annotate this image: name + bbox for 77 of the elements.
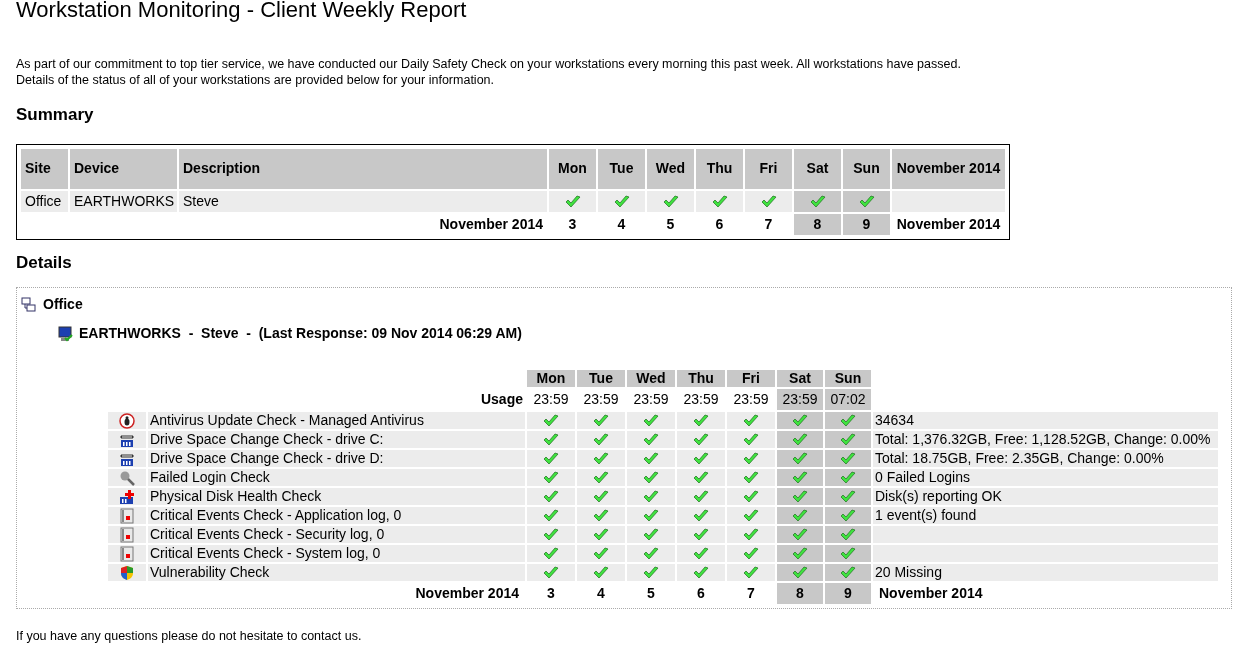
usage-cell-text: 23:59	[732, 390, 770, 409]
check-info: 34634	[873, 412, 1218, 429]
intro-text: Details of the status of all of your workstations are provided below for your information.	[16, 72, 495, 88]
month-label: November 2014	[895, 214, 1002, 234]
month-label: November 2014	[439, 215, 543, 232]
check-info: Total: 1,376.32GB, Free: 1,128.52GB, Change: 0.00%	[873, 431, 1218, 448]
day-header: Mon	[527, 370, 575, 387]
date-cell-text: 4	[596, 584, 606, 603]
day-header: Tue	[577, 370, 625, 387]
date-cell-text: 6	[696, 584, 706, 603]
date-cell-text: 6	[714, 214, 725, 234]
day-header: Fri	[727, 370, 775, 387]
column-header: Site	[21, 148, 68, 189]
date-cell-text: 5	[646, 584, 656, 603]
check-info: 0 Failed Logins	[873, 469, 1218, 486]
check-name: Failed Login Check	[148, 469, 525, 486]
shield-icon	[119, 564, 135, 581]
device-heading: EARTHWORKS - Steve - (Last Response: 09 Nov 2014 06:29 AM)	[79, 324, 522, 343]
table-cell: Steve	[179, 190, 547, 212]
check-name: Critical Events Check - Security log, 0	[148, 526, 525, 543]
check-info: Total: 18.75GB, Free: 2.35GB, Change: 0.00%	[873, 450, 1218, 467]
column-header: Device	[70, 148, 177, 189]
day-header: Tue	[598, 148, 645, 189]
magnifier-icon	[119, 469, 135, 486]
day-header: Sat	[777, 370, 823, 387]
section-heading: Summary	[16, 104, 95, 126]
check-info: 1 event(s) found	[873, 507, 1218, 524]
intro-text: As part of our commitment to top tier service, we have conducted our Daily Safety Check on your workstations every morning this past week. All workstations have passed.	[16, 56, 962, 72]
check-name: Antivirus Update Check - Managed Antivirus	[148, 412, 525, 429]
usage-cell: 23:59	[777, 389, 823, 410]
check-info: Disk(s) reporting OK	[873, 488, 1218, 505]
day-header: Sun	[825, 370, 871, 387]
check-name: Drive Space Change Check - drive D:	[148, 450, 525, 467]
usage-cell: 07:02	[825, 389, 871, 410]
day-header: Thu	[677, 370, 725, 387]
table-cell: Office	[21, 190, 68, 212]
page-title: Workstation Monitoring - Client Weekly Report	[16, 0, 468, 22]
usage-cell-text: 23:59	[532, 390, 570, 409]
section-heading: Details	[16, 251, 73, 274]
date-cell: 8	[794, 213, 841, 235]
day-header: Wed	[627, 370, 675, 387]
check-name: Drive Space Change Check - drive C:	[148, 431, 525, 448]
usage-cell-text: 23:59	[582, 390, 620, 409]
month-label: November 2014	[879, 585, 983, 601]
date-cell-text: 7	[746, 584, 756, 603]
date-cell: 8	[777, 583, 823, 604]
date-cell: 9	[825, 583, 871, 604]
date-cell-text: 5	[665, 214, 676, 234]
month-header: November 2014	[892, 148, 1005, 189]
date-cell-text: 3	[567, 214, 578, 234]
check-name: Critical Events Check - System log, 0	[148, 545, 525, 562]
usage-cell-text: 23:59	[682, 390, 720, 409]
check-name: Physical Disk Health Check	[148, 488, 525, 505]
day-header: Mon	[549, 148, 596, 189]
computer-icon	[57, 325, 73, 342]
closing-text: If you have any questions please do not hesitate to contact us.	[16, 628, 363, 645]
date-cell-text: 4	[616, 214, 627, 234]
day-header: Thu	[696, 148, 743, 189]
usage-cell-text: 23:59	[632, 390, 670, 409]
month-label: November 2014	[415, 585, 519, 601]
day-header: Wed	[647, 148, 694, 189]
bug-icon	[119, 412, 135, 429]
column-header: Description	[179, 148, 547, 189]
date-cell: 9	[843, 213, 890, 235]
disk-health-icon	[119, 488, 135, 505]
table-cell: EARTHWORKS	[70, 190, 177, 212]
usage-label: Usage	[480, 391, 523, 407]
check-name: Vulnerability Check	[148, 564, 525, 581]
date-cell-text: 7	[763, 214, 774, 234]
check-name: Critical Events Check - Application log, 0	[148, 507, 525, 524]
date-cell-text: 3	[546, 584, 556, 603]
network-icon	[21, 296, 37, 313]
check-info: 20 Missing	[873, 564, 1218, 581]
day-header: Sat	[794, 148, 841, 189]
day-header: Sun	[843, 148, 890, 189]
site-name: Office	[43, 295, 83, 314]
day-header: Fri	[745, 148, 792, 189]
